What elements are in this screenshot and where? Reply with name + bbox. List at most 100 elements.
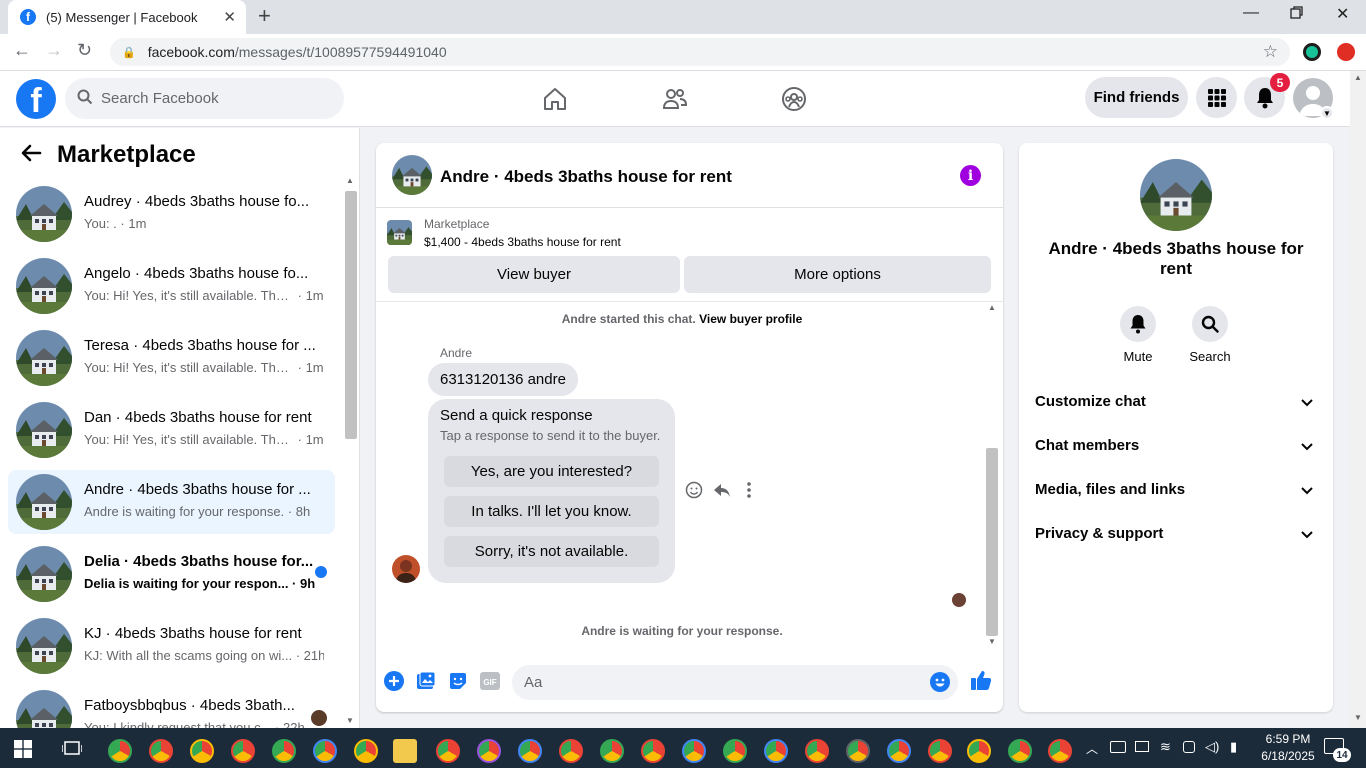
tray-camera-icon[interactable] <box>1183 741 1195 753</box>
groups-icon[interactable] <box>781 86 807 112</box>
more-actions-icon[interactable] <box>746 481 752 504</box>
search-label: Search <box>1189 349 1231 364</box>
chrome-profile-icon[interactable] <box>477 739 501 763</box>
chrome-profile-icon[interactable] <box>928 739 952 763</box>
sidebar-scrollbar[interactable]: ▲ ▼ <box>344 176 358 728</box>
find-friends-button[interactable]: Find friends <box>1085 77 1188 118</box>
listing-title[interactable]: $1,400 - 4beds 3baths house for rent <box>424 235 621 249</box>
chrome-profile-icon[interactable] <box>313 739 337 763</box>
chrome-profile-icon[interactable] <box>190 739 214 763</box>
mute-button[interactable]: Mute <box>1103 306 1173 364</box>
sticker-icon[interactable] <box>448 671 468 691</box>
conversation-item[interactable]: Andre · 4beds 3baths house for ... Andre … <box>8 470 335 534</box>
chrome-profile-icon[interactable] <box>559 739 583 763</box>
info-icon[interactable]: i <box>960 165 981 186</box>
chrome-profile-icon[interactable] <box>1048 739 1072 763</box>
taskbar-clock[interactable]: 6:59 PM 6/18/2025 <box>1258 731 1318 765</box>
conversation-item[interactable]: Delia · 4beds 3baths house for... Delia i… <box>8 542 335 606</box>
chrome-profile-icon[interactable] <box>641 739 665 763</box>
chrome-profile-icon[interactable] <box>231 739 255 763</box>
minimize-icon[interactable]: — <box>1243 4 1259 22</box>
listing-avatar-large[interactable] <box>1140 159 1212 231</box>
close-window-icon[interactable]: ✕ <box>1336 4 1349 24</box>
reload-icon[interactable]: ↻ <box>77 40 92 61</box>
quick-reply-button[interactable]: In talks. I'll let you know. <box>444 496 659 527</box>
url-field[interactable]: 🔒 facebook.com/messages/t/10089577594491… <box>110 38 1290 66</box>
gif-icon[interactable]: GIF <box>480 671 500 691</box>
close-tab-icon[interactable]: ✕ <box>223 8 236 26</box>
search-input[interactable]: Search Facebook <box>65 78 344 119</box>
chrome-profile-icon[interactable] <box>967 739 991 763</box>
chrome-profile-icon[interactable] <box>272 739 296 763</box>
quick-reply-button[interactable]: Sorry, it's not available. <box>444 536 659 567</box>
menu-grid-icon[interactable] <box>1196 77 1237 118</box>
friends-icon[interactable] <box>662 86 688 112</box>
tray-volume-icon[interactable]: ◁) <box>1205 739 1219 755</box>
file-explorer-icon[interactable] <box>393 739 417 763</box>
react-emoji-icon[interactable] <box>685 481 703 504</box>
facebook-logo-icon[interactable]: f <box>16 79 56 119</box>
back-icon[interactable]: ← <box>13 40 31 61</box>
tray-language-icon[interactable]: ▮ <box>1230 739 1237 755</box>
new-tab-icon[interactable]: + <box>258 5 271 27</box>
conversation-item[interactable]: Dan · 4beds 3baths house for rent You: Hi… <box>8 398 335 462</box>
chrome-profile-icon[interactable] <box>149 739 173 763</box>
task-view-icon[interactable] <box>61 740 83 763</box>
media-files-links-section[interactable]: Media, files and links <box>1035 481 1317 505</box>
chat-members-section[interactable]: Chat members <box>1035 437 1317 461</box>
like-thumb-icon[interactable] <box>970 669 992 691</box>
emoji-icon[interactable] <box>930 672 950 696</box>
chrome-profile-icon[interactable] <box>887 739 911 763</box>
message-bubble[interactable]: 6313120136 andre <box>428 363 578 396</box>
search-conversation-button[interactable]: Search <box>1175 306 1245 364</box>
tray-network-icon[interactable] <box>1110 741 1126 753</box>
chrome-profile-icon[interactable] <box>846 739 870 763</box>
listing-thumbnail[interactable] <box>387 220 412 245</box>
more-options-button[interactable]: More options <box>684 256 991 293</box>
chrome-profile-icon[interactable] <box>682 739 706 763</box>
view-buyer-button[interactable]: View buyer <box>388 256 680 293</box>
chrome-profile-icon[interactable] <box>436 739 460 763</box>
bookmark-star-icon[interactable]: ☆ <box>1263 42 1278 62</box>
chrome-profile-icon[interactable] <box>1008 739 1032 763</box>
chrome-profile-icon[interactable] <box>108 739 132 763</box>
tray-wifi-icon[interactable]: ≋ <box>1160 739 1171 755</box>
chrome-profile-icon[interactable] <box>805 739 829 763</box>
extension-icon-2[interactable] <box>1337 43 1355 61</box>
home-icon[interactable] <box>542 86 568 112</box>
seen-avatar <box>311 710 327 726</box>
forward-icon[interactable]: → <box>45 40 63 61</box>
chrome-profile-icon[interactable] <box>764 739 788 763</box>
quick-reply-button[interactable]: Yes, are you interested? <box>444 456 659 487</box>
page-scrollbar[interactable]: ▲ ▼ <box>1350 71 1366 728</box>
plus-icon[interactable] <box>384 671 404 691</box>
tray-chevron-icon[interactable]: ︿ <box>1086 740 1098 757</box>
sender-avatar[interactable] <box>392 555 420 583</box>
chrome-profile-icon[interactable] <box>723 739 747 763</box>
privacy-support-section[interactable]: Privacy & support <box>1035 525 1317 549</box>
view-buyer-profile-link[interactable]: View buyer profile <box>699 312 802 326</box>
extension-icon[interactable] <box>1303 43 1321 61</box>
message-input[interactable]: Aa <box>512 665 958 700</box>
photo-icon[interactable] <box>416 671 436 691</box>
conversation-item[interactable]: Teresa · 4beds 3baths house for ... You: … <box>8 326 335 390</box>
thread-scrollbar[interactable]: ▲ ▼ <box>985 303 999 648</box>
chrome-profile-icon[interactable] <box>600 739 624 763</box>
conversation-item[interactable]: KJ · 4beds 3baths house for rent KJ: With… <box>8 614 335 678</box>
chat-title[interactable]: Andre · 4beds 3baths house for rent <box>440 167 732 187</box>
chrome-profile-icon[interactable] <box>518 739 542 763</box>
chrome-profile-icon[interactable] <box>354 739 378 763</box>
windows-start-icon[interactable] <box>14 740 32 763</box>
account-chevron-icon[interactable]: ▼ <box>1320 106 1334 120</box>
conversation-item[interactable]: Fatboysbbqbus · 4beds 3bath... You: I kin… <box>8 686 335 728</box>
tray-display-icon[interactable] <box>1135 741 1149 752</box>
maximize-icon[interactable] <box>1290 6 1303 24</box>
browser-tab[interactable]: f (5) Messenger | Facebook ✕ <box>8 0 246 34</box>
listing-avatar[interactable] <box>392 155 432 195</box>
conversation-item[interactable]: Angelo · 4beds 3baths house fo... You: Hi… <box>8 254 335 318</box>
conversation-item[interactable]: Audrey · 4beds 3baths house fo... You: . … <box>8 182 335 246</box>
customize-chat-section[interactable]: Customize chat <box>1035 393 1317 417</box>
back-arrow-icon[interactable] <box>20 142 42 170</box>
reply-icon[interactable] <box>713 481 731 504</box>
separator-dot: · <box>294 360 306 375</box>
